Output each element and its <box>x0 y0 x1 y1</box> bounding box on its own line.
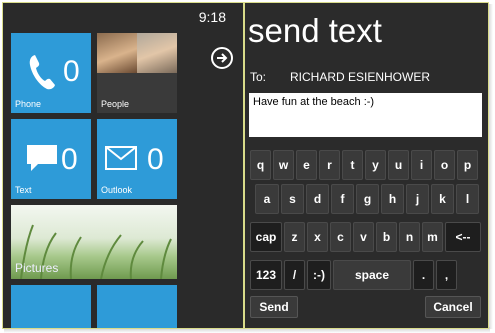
recipient-name: RICHARD ESIENHOWER <box>290 70 431 84</box>
key[interactable]: p <box>457 150 478 180</box>
tile-calendar[interactable] <box>11 285 91 328</box>
numbers-key[interactable]: 123 <box>250 260 282 290</box>
tile-internet[interactable] <box>97 285 177 328</box>
key[interactable]: s <box>281 184 304 214</box>
on-screen-keyboard: q w e r t y u i o p a s d f g h j k l ca… <box>245 146 488 326</box>
key[interactable]: , <box>436 260 457 290</box>
tile-text-label: Text <box>15 185 32 195</box>
key[interactable]: c <box>330 222 351 252</box>
key[interactable]: m <box>422 222 443 252</box>
cancel-button[interactable]: Cancel <box>425 296 481 318</box>
key[interactable]: o <box>434 150 455 180</box>
key[interactable]: j <box>406 184 429 214</box>
send-text-screen: send text To: RICHARD ESIENHOWER Have fun… <box>244 2 489 329</box>
key[interactable]: g <box>356 184 379 214</box>
key[interactable]: i <box>411 150 432 180</box>
phone-count: 0 <box>63 55 80 88</box>
key[interactable]: y <box>365 150 386 180</box>
key[interactable]: v <box>353 222 374 252</box>
key[interactable]: l <box>456 184 479 214</box>
person-photo <box>97 33 137 73</box>
mail-icon <box>105 146 137 170</box>
tile-people-label: People <box>101 99 130 109</box>
text-count: 0 <box>61 143 78 176</box>
key[interactable]: a <box>255 184 279 214</box>
tile-people[interactable]: People <box>97 33 177 113</box>
key[interactable]: e <box>296 150 317 180</box>
to-label: To: <box>250 70 267 84</box>
key[interactable]: t <box>342 150 363 180</box>
key[interactable]: z <box>284 222 305 252</box>
tile-phone-label: Phone <box>15 99 42 109</box>
tile-pictures-label: Pictures <box>15 261 59 275</box>
page-title: send text <box>248 12 382 49</box>
tile-phone[interactable]: 0 Phone <box>11 33 91 113</box>
tile-outlook[interactable]: 0 Outlook <box>97 119 177 199</box>
outlook-count: 0 <box>147 143 164 176</box>
space-key[interactable]: space <box>333 260 411 290</box>
key[interactable]: / <box>284 260 305 290</box>
key[interactable]: f <box>331 184 354 214</box>
message-icon <box>27 145 57 171</box>
key[interactable]: q <box>250 150 271 180</box>
tile-pictures[interactable]: Pictures <box>11 205 177 279</box>
key[interactable]: k <box>431 184 454 214</box>
key[interactable]: b <box>376 222 397 252</box>
key[interactable]: r <box>319 150 340 180</box>
tile-text[interactable]: 0 Text <box>11 119 91 199</box>
phone-icon <box>29 55 55 90</box>
key[interactable]: . <box>413 260 434 290</box>
key[interactable]: d <box>306 184 329 214</box>
key[interactable]: n <box>399 222 420 252</box>
arrow-right-icon[interactable] <box>211 47 233 69</box>
start-screen: 9:18 0 Phone People 0 Text 0 Outlook Pic… <box>2 2 244 329</box>
caps-key[interactable]: cap <box>250 222 282 252</box>
key[interactable]: u <box>388 150 409 180</box>
message-input[interactable]: Have fun at the beach :-) <box>249 93 482 137</box>
key[interactable]: h <box>381 184 404 214</box>
recipient-row[interactable]: To: RICHARD ESIENHOWER <box>250 70 430 84</box>
tile-outlook-label: Outlook <box>101 185 133 195</box>
status-time: 9:18 <box>198 9 226 25</box>
key[interactable]: x <box>307 222 328 252</box>
backspace-key[interactable]: <-- <box>445 222 481 252</box>
key[interactable]: w <box>273 150 294 180</box>
emoticon-key[interactable]: :-) <box>307 260 331 290</box>
send-button[interactable]: Send <box>250 296 298 318</box>
person-photo <box>137 33 177 73</box>
